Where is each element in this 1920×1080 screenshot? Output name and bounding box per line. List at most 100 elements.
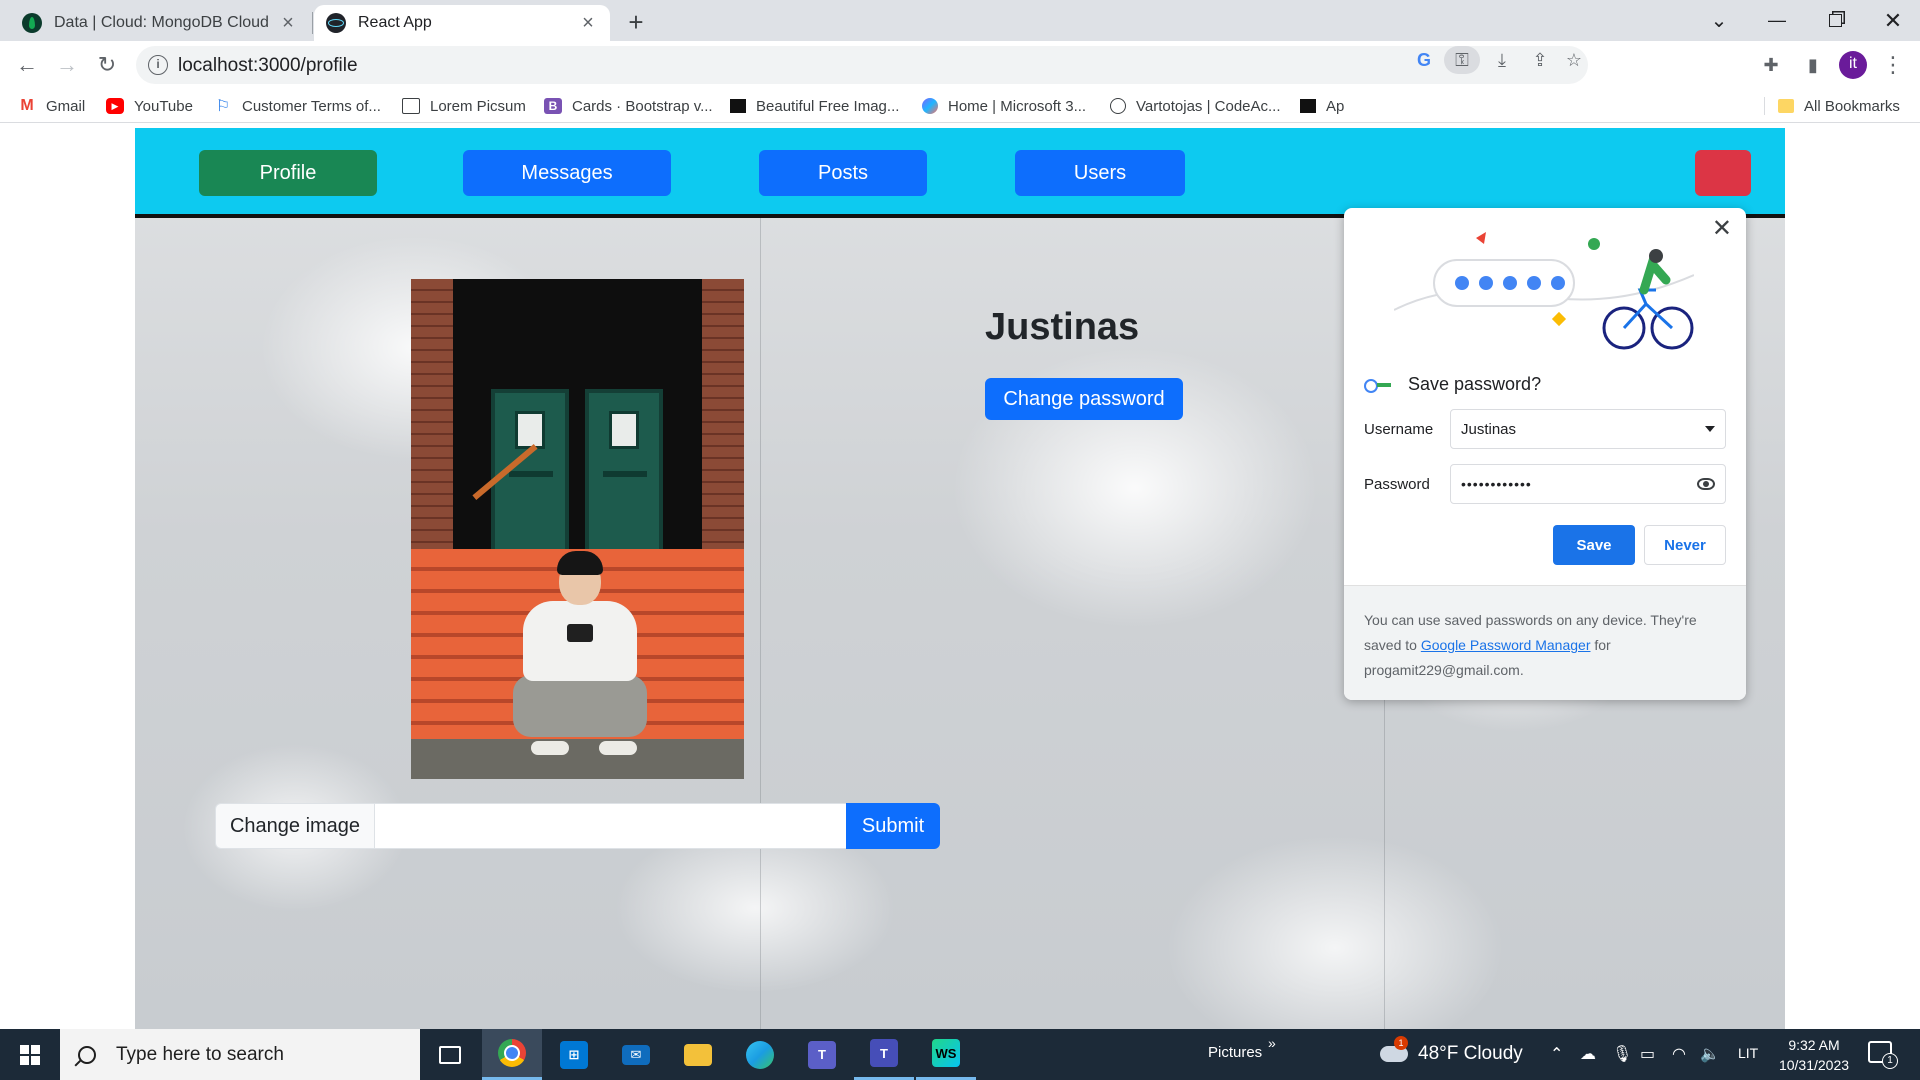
teams-icon: T xyxy=(870,1039,898,1067)
search-placeholder: Type here to search xyxy=(116,1043,284,1065)
clock-date: 10/31/2023 xyxy=(1778,1057,1850,1073)
bookmark-ap[interactable]: Ap xyxy=(1300,95,1344,117)
nav-users-button[interactable]: Users xyxy=(1015,150,1185,196)
tab-mongodb[interactable]: Data | Cloud: MongoDB Cloud × xyxy=(10,5,310,41)
notification-center-icon[interactable]: 1 xyxy=(1868,1041,1898,1069)
bookmark-label: All Bookmarks xyxy=(1804,97,1900,115)
window-close-button[interactable]: ✕ xyxy=(1864,0,1920,41)
nav-messages-button[interactable]: Messages xyxy=(463,150,671,196)
extensions-puzzle-icon[interactable]: ✚ xyxy=(1758,53,1784,77)
bookmark-lorem-picsum[interactable]: Lorem Picsum xyxy=(402,95,526,117)
unsplash-icon xyxy=(730,99,746,113)
flag-icon: ⚐ xyxy=(215,98,231,115)
bookmark-unsplash[interactable]: Beautiful Free Imag... xyxy=(730,95,899,117)
task-view-button[interactable] xyxy=(420,1029,480,1080)
taskbar-teams-new[interactable]: T xyxy=(792,1029,852,1080)
toolbar-expand-chevron-icon[interactable]: » xyxy=(1268,1035,1276,1051)
never-button[interactable]: Never xyxy=(1644,525,1726,565)
taskbar-search-box[interactable]: Type here to search xyxy=(60,1029,420,1080)
taskbar-teams[interactable]: T xyxy=(854,1029,914,1080)
restore-button[interactable] xyxy=(1806,0,1864,41)
password-field[interactable]: •••••••••••• xyxy=(1450,464,1726,504)
browser-tab-strip: Data | Cloud: MongoDB Cloud × React App … xyxy=(0,0,1920,41)
start-button[interactable] xyxy=(0,1029,60,1080)
bookmark-star-icon[interactable]: ☆ xyxy=(1562,50,1586,70)
bookmark-microsoft365[interactable]: Home | Microsoft 3... xyxy=(922,95,1086,117)
profile-avatar[interactable]: it xyxy=(1839,51,1867,79)
tab-title: React App xyxy=(358,14,432,31)
google-lens-icon[interactable]: G xyxy=(1412,50,1436,70)
show-hidden-icons-chevron-icon[interactable]: ⌃ xyxy=(1550,1044,1563,1064)
site-info-icon[interactable]: i xyxy=(148,55,168,75)
taskbar-mail[interactable]: ✉ xyxy=(606,1029,666,1080)
tab-react-app[interactable]: React App × xyxy=(314,5,610,41)
bookmark-label: Gmail xyxy=(46,97,86,115)
bookmark-codeacademy[interactable]: Vartotojas | CodeAc... xyxy=(1110,95,1281,117)
all-bookmarks-folder[interactable]: All Bookmarks xyxy=(1778,95,1900,117)
nav-logout-button[interactable] xyxy=(1695,150,1751,196)
close-icon[interactable]: × xyxy=(578,12,598,34)
onedrive-cloud-icon[interactable]: ☁ xyxy=(1580,1044,1596,1064)
bookmark-label: Customer Terms of... xyxy=(242,97,381,115)
username-value: Justinas xyxy=(1461,420,1517,438)
bookmark-bootstrap-cards[interactable]: B Cards · Bootstrap v... xyxy=(544,95,713,117)
save-password-title: Save password? xyxy=(1408,374,1542,394)
mongodb-leaf-icon xyxy=(22,13,42,33)
taskbar-webstorm[interactable]: WS xyxy=(916,1029,976,1080)
username-label: Username xyxy=(1364,421,1434,438)
username-select[interactable]: Justinas xyxy=(1450,409,1726,449)
microphone-icon[interactable]: 🎙 xyxy=(1612,1044,1632,1064)
microsoft365-icon xyxy=(922,98,938,114)
image-icon xyxy=(402,98,420,114)
show-password-eye-icon[interactable] xyxy=(1697,478,1715,490)
youtube-icon: ▶ xyxy=(106,98,124,114)
submit-button[interactable]: Submit xyxy=(846,803,940,849)
password-illustration xyxy=(1394,232,1694,350)
nav-profile-button[interactable]: Profile xyxy=(199,150,377,196)
gmail-icon: M xyxy=(20,97,34,114)
clock[interactable]: 9:32 AM 10/31/2023 xyxy=(1772,1035,1856,1075)
url-text[interactable]: localhost:3000/profile xyxy=(178,55,358,77)
photo-door xyxy=(585,389,663,559)
bookmark-customer-terms[interactable]: ⚐ Customer Terms of... xyxy=(214,95,381,117)
volume-icon[interactable]: 🔈 xyxy=(1700,1044,1720,1064)
teams-icon: T xyxy=(808,1040,836,1069)
install-app-icon[interactable]: ⤓ xyxy=(1490,50,1514,70)
battery-icon[interactable]: ▭ xyxy=(1640,1044,1655,1064)
unsplash-icon xyxy=(1300,99,1316,113)
taskbar-edge[interactable] xyxy=(730,1029,790,1080)
more-menu-icon[interactable]: ⋮ xyxy=(1880,52,1906,77)
close-icon[interactable]: ✕ xyxy=(1712,214,1732,243)
back-button[interactable]: ← xyxy=(10,49,44,81)
notification-count: 1 xyxy=(1882,1053,1898,1069)
password-manager-link[interactable]: Google Password Manager xyxy=(1421,637,1591,653)
taskbar-chrome[interactable] xyxy=(482,1029,542,1080)
photo-shoe xyxy=(599,741,637,755)
tab-search-chevron-icon[interactable]: ⌄ xyxy=(1690,0,1748,41)
input-language[interactable]: LIT xyxy=(1738,1045,1758,1061)
change-password-button[interactable]: Change password xyxy=(985,378,1183,420)
folder-icon xyxy=(1778,99,1794,113)
bookmark-youtube[interactable]: ▶ YouTube xyxy=(106,95,193,117)
nav-posts-button[interactable]: Posts xyxy=(759,150,927,196)
taskbar-store[interactable]: ⊞ xyxy=(544,1029,604,1080)
pictures-toolbar[interactable]: Pictures xyxy=(1208,1044,1262,1061)
wifi-icon[interactable]: ◠ xyxy=(1672,1044,1686,1064)
password-key-icon[interactable]: ⚿ xyxy=(1444,46,1480,74)
minimize-button[interactable]: — xyxy=(1748,0,1806,41)
share-icon[interactable]: ⇪ xyxy=(1528,50,1552,70)
save-button[interactable]: Save xyxy=(1553,525,1635,565)
new-tab-button[interactable]: + xyxy=(622,8,650,36)
taskbar-file-explorer[interactable] xyxy=(668,1029,728,1080)
image-url-input[interactable] xyxy=(374,803,847,849)
address-bar[interactable]: i localhost:3000/profile xyxy=(136,46,1588,84)
microsoft-store-icon: ⊞ xyxy=(560,1040,588,1069)
close-icon[interactable]: × xyxy=(278,12,298,34)
bookmark-label: Home | Microsoft 3... xyxy=(948,97,1087,115)
reload-button[interactable]: ↻ xyxy=(90,49,124,81)
bookmark-gmail[interactable]: M Gmail xyxy=(18,95,85,117)
side-panel-icon[interactable]: ▮ xyxy=(1800,53,1826,77)
weather-widget[interactable]: 1 48°F Cloudy xyxy=(1380,1036,1523,1065)
profile-photo xyxy=(411,279,744,779)
forward-button[interactable]: → xyxy=(50,49,84,81)
